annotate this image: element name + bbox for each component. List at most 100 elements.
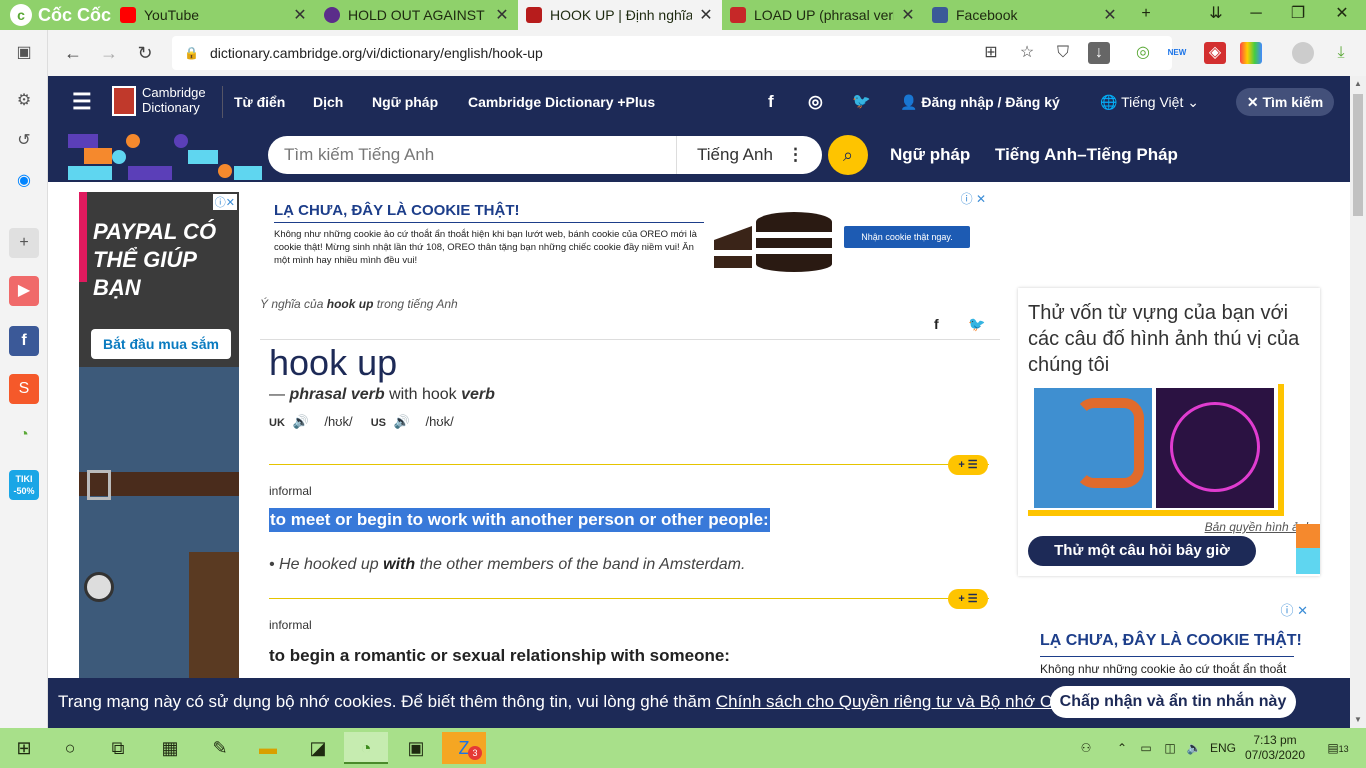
quiz-image-ferris-wheel[interactable] xyxy=(1156,388,1274,508)
facebook-share-icon[interactable]: f xyxy=(934,316,939,332)
ad-title: LẠ CHƯA, ĐÂY LÀ COOKIE THẬT! xyxy=(274,202,520,219)
input-language[interactable]: ENG xyxy=(1208,728,1238,768)
zalo-icon[interactable]: Z3 xyxy=(442,732,486,764)
search-input[interactable]: Tìm kiếm Tiếng Anh xyxy=(268,145,676,165)
tab-close-icon[interactable]: ✕ xyxy=(900,5,916,25)
cookie-text: Trang mạng này có sử dụng bộ nhớ cookies… xyxy=(58,692,1106,711)
adchoices-icon[interactable]: ⓘ ✕ xyxy=(1280,600,1308,619)
tab-close-icon[interactable]: ✕ xyxy=(292,5,308,25)
messenger-icon[interactable]: ◉ xyxy=(9,166,39,196)
bookmark-star-icon[interactable]: ☆ xyxy=(1016,42,1038,64)
hamburger-menu-icon[interactable]: ☰ xyxy=(72,76,92,128)
us-speaker-icon[interactable]: 🔊 xyxy=(394,414,410,429)
tab-youtube[interactable]: YouTube ✕ xyxy=(112,0,316,30)
new-extension-badge[interactable]: NEW xyxy=(1166,42,1188,64)
extension-colorful-icon[interactable] xyxy=(1240,42,1262,64)
ad-cta-button[interactable]: Nhận cookie thật ngay. xyxy=(844,226,970,248)
uk-speaker-icon[interactable]: 🔊 xyxy=(293,414,309,429)
app-icon-1[interactable]: ▦ xyxy=(148,732,192,764)
nav-dictionary[interactable]: Từ điển xyxy=(234,76,285,128)
english-french-link[interactable]: Tiếng Anh–Tiếng Pháp xyxy=(995,128,1178,182)
history-icon[interactable]: ↺ xyxy=(9,126,39,156)
facebook-icon[interactable]: f xyxy=(9,326,39,356)
avatar[interactable] xyxy=(1292,42,1314,64)
tab-close-icon[interactable]: ✕ xyxy=(698,5,714,25)
coccoc-taskbar-icon[interactable]: ◔ xyxy=(344,732,388,764)
clock[interactable]: 7:13 pm 07/03/2020 xyxy=(1240,728,1310,768)
try-quiz-button[interactable]: Thử một câu hỏi bây giờ xyxy=(1028,536,1256,566)
forward-button[interactable]: → xyxy=(96,40,122,66)
scroll-down-icon[interactable]: ▼ xyxy=(1350,712,1366,728)
task-view-icon[interactable]: ⧉ xyxy=(96,732,140,764)
coccoc-icon[interactable]: ◔ xyxy=(9,420,39,450)
people-icon[interactable]: ⚇ xyxy=(1076,728,1096,768)
add-to-wordlist-button[interactable]: + ☰ xyxy=(948,455,988,475)
twitter-icon[interactable]: 🐦 xyxy=(852,76,871,128)
tab-load-up[interactable]: LOAD UP (phrasal verb) ✕ xyxy=(722,0,924,30)
facebook-icon[interactable]: f xyxy=(768,76,774,128)
scroll-thumb[interactable] xyxy=(1353,94,1363,216)
shield-icon[interactable]: ⛉ xyxy=(1052,42,1074,64)
tiki-badge[interactable]: TIKI -50% xyxy=(9,470,39,500)
login-link[interactable]: 👤 Đăng nhập / Đăng ký xyxy=(900,76,1060,128)
app-icon-3[interactable]: ◪ xyxy=(296,732,340,764)
tab-list-icon[interactable]: ⇊ xyxy=(1196,0,1236,30)
oreo-banner-ad[interactable]: LẠ CHƯA, ĐÂY LÀ COOKIE THẬT! Không như n… xyxy=(260,190,988,280)
accept-cookies-button[interactable]: Chấp nhận và ẩn tin nhắn này xyxy=(1050,686,1296,718)
app-icon-2[interactable]: ✎ xyxy=(198,732,242,764)
download-icon[interactable]: ↓ xyxy=(1088,42,1110,64)
close-window-button[interactable]: ✕ xyxy=(1322,0,1362,30)
download-arrow-icon[interactable]: ⤓ xyxy=(1330,42,1352,64)
tab-hold-out-against[interactable]: HOLD OUT AGAINST - Đ ✕ xyxy=(316,0,518,30)
add-to-wordlist-button[interactable]: + ☰ xyxy=(948,589,988,609)
quiz-image-waterslide[interactable] xyxy=(1034,388,1152,508)
search-button[interactable]: ⌕ xyxy=(828,135,868,175)
tab-facebook[interactable]: Facebook ✕ xyxy=(924,0,1126,30)
network-icon[interactable]: ◫ xyxy=(1160,728,1180,768)
file-explorer-icon[interactable]: ▬ xyxy=(246,732,290,764)
page-scrollbar[interactable]: ▲ ▼ xyxy=(1350,76,1366,728)
add-app-icon[interactable]: + xyxy=(9,228,39,258)
windows-start-icon[interactable]: ⊞ xyxy=(2,732,46,764)
shopee-icon[interactable]: S xyxy=(9,374,39,404)
minimize-button[interactable]: ─ xyxy=(1236,0,1276,30)
grammar-link[interactable]: Ngữ pháp xyxy=(890,128,970,182)
back-button[interactable]: ← xyxy=(60,40,86,66)
cambridge-search-bar: Tìm kiếm Tiếng Anh Tiếng Anh ⋮ ⌕ Ngữ phá… xyxy=(48,128,1350,182)
cambridge-logo[interactable]: Cambridge Dictionary xyxy=(142,85,206,115)
adchoices-icon[interactable]: ⓘ✕ xyxy=(212,194,237,210)
nav-plus[interactable]: Cambridge Dictionary +Plus xyxy=(468,76,655,128)
search-circle-icon[interactable]: ○ xyxy=(48,732,92,764)
privacy-policy-link[interactable]: Chính sách cho Quyền riêng tư và Bộ nhớ … xyxy=(716,692,1101,711)
reload-button[interactable]: ↻ xyxy=(132,40,158,66)
extension-red-icon[interactable]: ◈ xyxy=(1204,42,1226,64)
show-hidden-icons[interactable]: ⌃ xyxy=(1112,728,1132,768)
ad-shop-button[interactable]: Bắt đầu mua sắm xyxy=(91,329,231,359)
paypal-ad[interactable]: PAYPAL CÓ THỂ GIÚP BẠN Bắt đầu mua sắm ⓘ… xyxy=(79,192,239,682)
search-toggle-button[interactable]: ✕ Tìm kiếm xyxy=(1236,88,1334,116)
coccoc-brand[interactable]: c Cốc Cốc xyxy=(0,0,112,30)
notification-center-icon[interactable]: ▤13 xyxy=(1318,728,1358,768)
tab-close-icon[interactable]: ✕ xyxy=(1102,5,1118,25)
sidebar-toggle-icon[interactable]: ▣ xyxy=(9,38,39,68)
adchoices-icon[interactable]: ⓘ ✕ xyxy=(961,190,986,207)
maximize-button[interactable]: ❐ xyxy=(1278,0,1318,30)
twitter-share-icon[interactable]: 🐦 xyxy=(968,316,985,333)
youtube-icon[interactable]: ▶ xyxy=(9,276,39,306)
battery-icon[interactable]: ▭ xyxy=(1136,728,1156,768)
coccoc-extension-icon[interactable]: ◎ xyxy=(1132,42,1154,64)
language-select[interactable]: 🌐 Tiếng Việt ⌄ xyxy=(1100,76,1199,128)
new-tab-button[interactable]: + xyxy=(1126,0,1166,30)
tab-hook-up[interactable]: HOOK UP | Định nghĩa t ✕ xyxy=(518,0,722,30)
app-icon-4[interactable]: ▣ xyxy=(394,732,438,764)
scroll-up-icon[interactable]: ▲ xyxy=(1350,76,1366,92)
settings-icon[interactable]: ⚙ xyxy=(9,86,39,116)
translate-icon[interactable]: ⊞ xyxy=(980,42,1002,64)
instagram-icon[interactable]: ◎ xyxy=(808,76,823,128)
tab-close-icon[interactable]: ✕ xyxy=(494,5,510,25)
nav-grammar[interactable]: Ngữ pháp xyxy=(372,76,438,128)
volume-icon[interactable]: 🔈 xyxy=(1184,728,1204,768)
search-language-select[interactable]: Tiếng Anh ⋮ xyxy=(676,136,822,174)
page-content: PAYPAL CÓ THỂ GIÚP BẠN Bắt đầu mua sắm ⓘ… xyxy=(48,182,1350,728)
nav-translate[interactable]: Dịch xyxy=(313,76,343,128)
